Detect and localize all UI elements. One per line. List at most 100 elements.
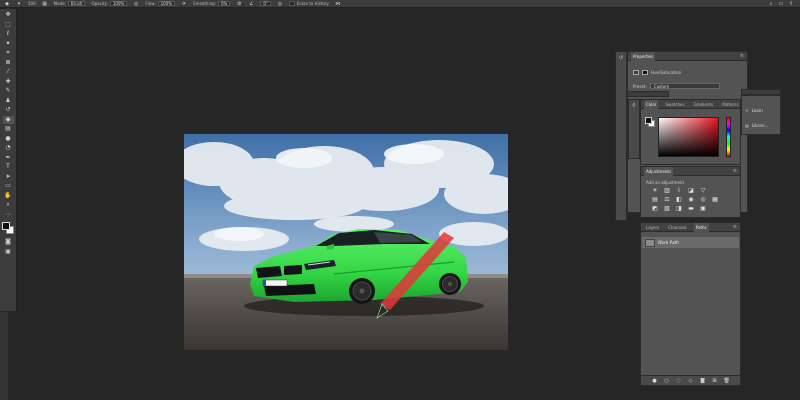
flow-control[interactable]: Flow: 100% — [145, 1, 176, 6]
brightness-contrast-icon[interactable]: ☀ — [651, 187, 659, 194]
stroke-path-icon[interactable]: ○ — [664, 378, 670, 384]
vibrance-icon[interactable]: ▽ — [699, 187, 707, 194]
brush-size[interactable]: 500 — [28, 1, 36, 6]
levels-icon[interactable]: ▥ — [663, 187, 671, 194]
frame-tool-icon[interactable]: ⊠ — [3, 59, 14, 68]
angle-icon[interactable]: ∠ — [248, 1, 254, 7]
color-picker-field[interactable] — [658, 117, 719, 157]
angle-field[interactable]: 0° — [260, 1, 271, 6]
opacity-control[interactable]: Opacity: 100% — [91, 1, 128, 6]
color-swatches[interactable] — [2, 222, 14, 234]
adjust-icon[interactable]: ⚲ — [630, 103, 638, 111]
history-brush-tool-icon[interactable]: ↺ — [3, 106, 14, 115]
collapsed-panel-header-2[interactable] — [741, 89, 781, 95]
exposure-icon[interactable]: ◪ — [687, 187, 695, 194]
gradient-tool-icon[interactable]: ▤ — [3, 125, 14, 134]
lasso-tool-icon[interactable]: ℓ — [3, 30, 14, 39]
tab-patterns[interactable]: Patterns — [720, 100, 740, 109]
mode-select[interactable]: Brush — [67, 1, 86, 6]
rectangle-tool-icon[interactable]: ▭ — [3, 182, 14, 191]
add-mask-icon[interactable]: ◙ — [700, 378, 706, 384]
hue-saturation-icon[interactable]: ▤ — [651, 196, 659, 203]
black-white-icon[interactable]: ◧ — [675, 196, 683, 203]
tools-panel: ✥ ⬚ ℓ ✦ ⌗ ⊠ ⁄ ✚ ✎ ♟ ↺ ◆ ▤ ● ◔ ✒ T ➤ ▭ ✋ … — [0, 9, 17, 311]
screen-mode-icon[interactable]: ▣ — [3, 248, 14, 257]
blur-tool-icon[interactable]: ● — [3, 135, 14, 144]
preset-select[interactable]: Custom — [649, 83, 720, 89]
tab-paths[interactable]: Paths — [693, 222, 709, 232]
eraser-tool-preset-icon[interactable]: ◆ — [4, 1, 10, 7]
move-tool-icon[interactable]: ✥ — [3, 11, 14, 20]
crop-tool-icon[interactable]: ⌗ — [3, 49, 14, 58]
erase-to-history-check[interactable] — [288, 1, 295, 6]
healing-brush-tool-icon[interactable]: ✚ — [3, 78, 14, 87]
more-tools-icon[interactable]: ⋯ — [3, 211, 14, 220]
selective-color-icon[interactable]: ▣ — [699, 205, 707, 212]
fill-path-icon[interactable]: ● — [652, 378, 658, 384]
tab-gradients[interactable]: Gradients — [692, 100, 716, 109]
history-panel-icon[interactable]: ↺ — [617, 55, 625, 63]
panel-menu-icon[interactable]: ≡ — [740, 53, 747, 59]
path-row-work-path[interactable]: Work Path — [642, 237, 739, 248]
tab-properties[interactable]: Properties — [631, 51, 656, 61]
workspace-icon[interactable]: ▭ — [778, 1, 784, 7]
marquee-tool-icon[interactable]: ⬚ — [3, 21, 14, 30]
magic-wand-tool-icon[interactable]: ✦ — [3, 40, 14, 49]
document-canvas[interactable] — [184, 134, 508, 350]
color-lookup-icon[interactable]: ▦ — [711, 196, 719, 203]
learn-item[interactable]: ☼ Learn — [745, 108, 763, 113]
flow-field[interactable]: 100% — [157, 1, 176, 6]
pressure-opacity-icon[interactable]: ◎ — [133, 1, 139, 7]
dodge-tool-icon[interactable]: ◔ — [3, 144, 14, 153]
tab-color[interactable]: Color — [644, 99, 659, 109]
color-panel-swatches[interactable] — [645, 117, 655, 127]
curves-icon[interactable]: ⌇ — [675, 187, 683, 194]
pressure-size-icon[interactable]: ◎ — [277, 1, 283, 7]
clone-stamp-tool-icon[interactable]: ♟ — [3, 97, 14, 106]
angle-control[interactable]: 0° — [260, 1, 271, 6]
smoothing-field[interactable]: 0% — [218, 1, 231, 6]
tab-swatches[interactable]: Swatches — [663, 100, 686, 109]
foreground-color-swatch[interactable] — [645, 117, 652, 124]
chevron-down-icon[interactable]: ▾ — [16, 1, 22, 7]
make-work-path-icon[interactable]: ◇ — [688, 378, 694, 384]
brush-panel-icon[interactable]: ▦ — [42, 1, 48, 7]
zoom-tool-icon[interactable]: ⌕ — [3, 201, 14, 210]
opacity-field[interactable]: 100% — [109, 1, 128, 6]
invert-icon[interactable]: ◩ — [651, 205, 659, 212]
brush-tool-icon[interactable]: ✎ — [3, 87, 14, 96]
photo-filter-icon[interactable]: ◉ — [687, 196, 695, 203]
tab-adjustments[interactable]: Adjustments — [644, 166, 674, 176]
foreground-color-swatch[interactable] — [2, 222, 10, 230]
quick-mask-icon[interactable]: ◙ — [3, 238, 14, 247]
threshold-icon[interactable]: ◨ — [675, 205, 683, 212]
tab-layers[interactable]: Layers — [644, 223, 661, 232]
erase-to-history-checkbox[interactable]: Erase to History — [288, 1, 329, 6]
hue-slider[interactable] — [726, 117, 731, 157]
libraries-item[interactable]: ▤ Librari... — [745, 123, 768, 128]
posterize-icon[interactable]: ▧ — [663, 205, 671, 212]
symmetry-butterfly-icon[interactable]: ⋈ — [335, 1, 341, 7]
share-icon[interactable]: ⇪ — [788, 1, 794, 7]
delete-path-icon[interactable]: 🗑 — [724, 378, 730, 384]
load-selection-icon[interactable]: ◌ — [676, 378, 682, 384]
collapsed-panel-header[interactable] — [627, 91, 669, 97]
hand-tool-icon[interactable]: ✋ — [3, 192, 14, 201]
eraser-tool-icon[interactable]: ◆ — [2, 115, 14, 124]
mode-control[interactable]: Mode: Brush — [54, 1, 86, 6]
channel-mixer-icon[interactable]: ◎ — [699, 196, 707, 203]
smoothing-control[interactable]: Smoothing: 0% — [193, 1, 231, 6]
type-tool-icon[interactable]: T — [3, 163, 14, 172]
search-icon[interactable]: ⌕ — [768, 1, 774, 7]
path-selection-tool-icon[interactable]: ➤ — [3, 173, 14, 182]
eyedropper-tool-icon[interactable]: ⁄ — [3, 68, 14, 77]
panel-menu-icon[interactable]: ≡ — [733, 224, 740, 230]
pen-tool-icon[interactable]: ✒ — [3, 154, 14, 163]
tab-channels[interactable]: Channels — [666, 223, 689, 232]
gradient-map-icon[interactable]: ▬ — [687, 205, 695, 212]
color-balance-icon[interactable]: ⚖ — [663, 196, 671, 203]
airbrush-icon[interactable]: ✈ — [181, 1, 187, 7]
new-path-icon[interactable]: ⊞ — [712, 378, 718, 384]
smoothing-settings-gear-icon[interactable]: ⚙ — [236, 1, 242, 7]
panel-menu-icon[interactable]: ≡ — [733, 168, 740, 174]
